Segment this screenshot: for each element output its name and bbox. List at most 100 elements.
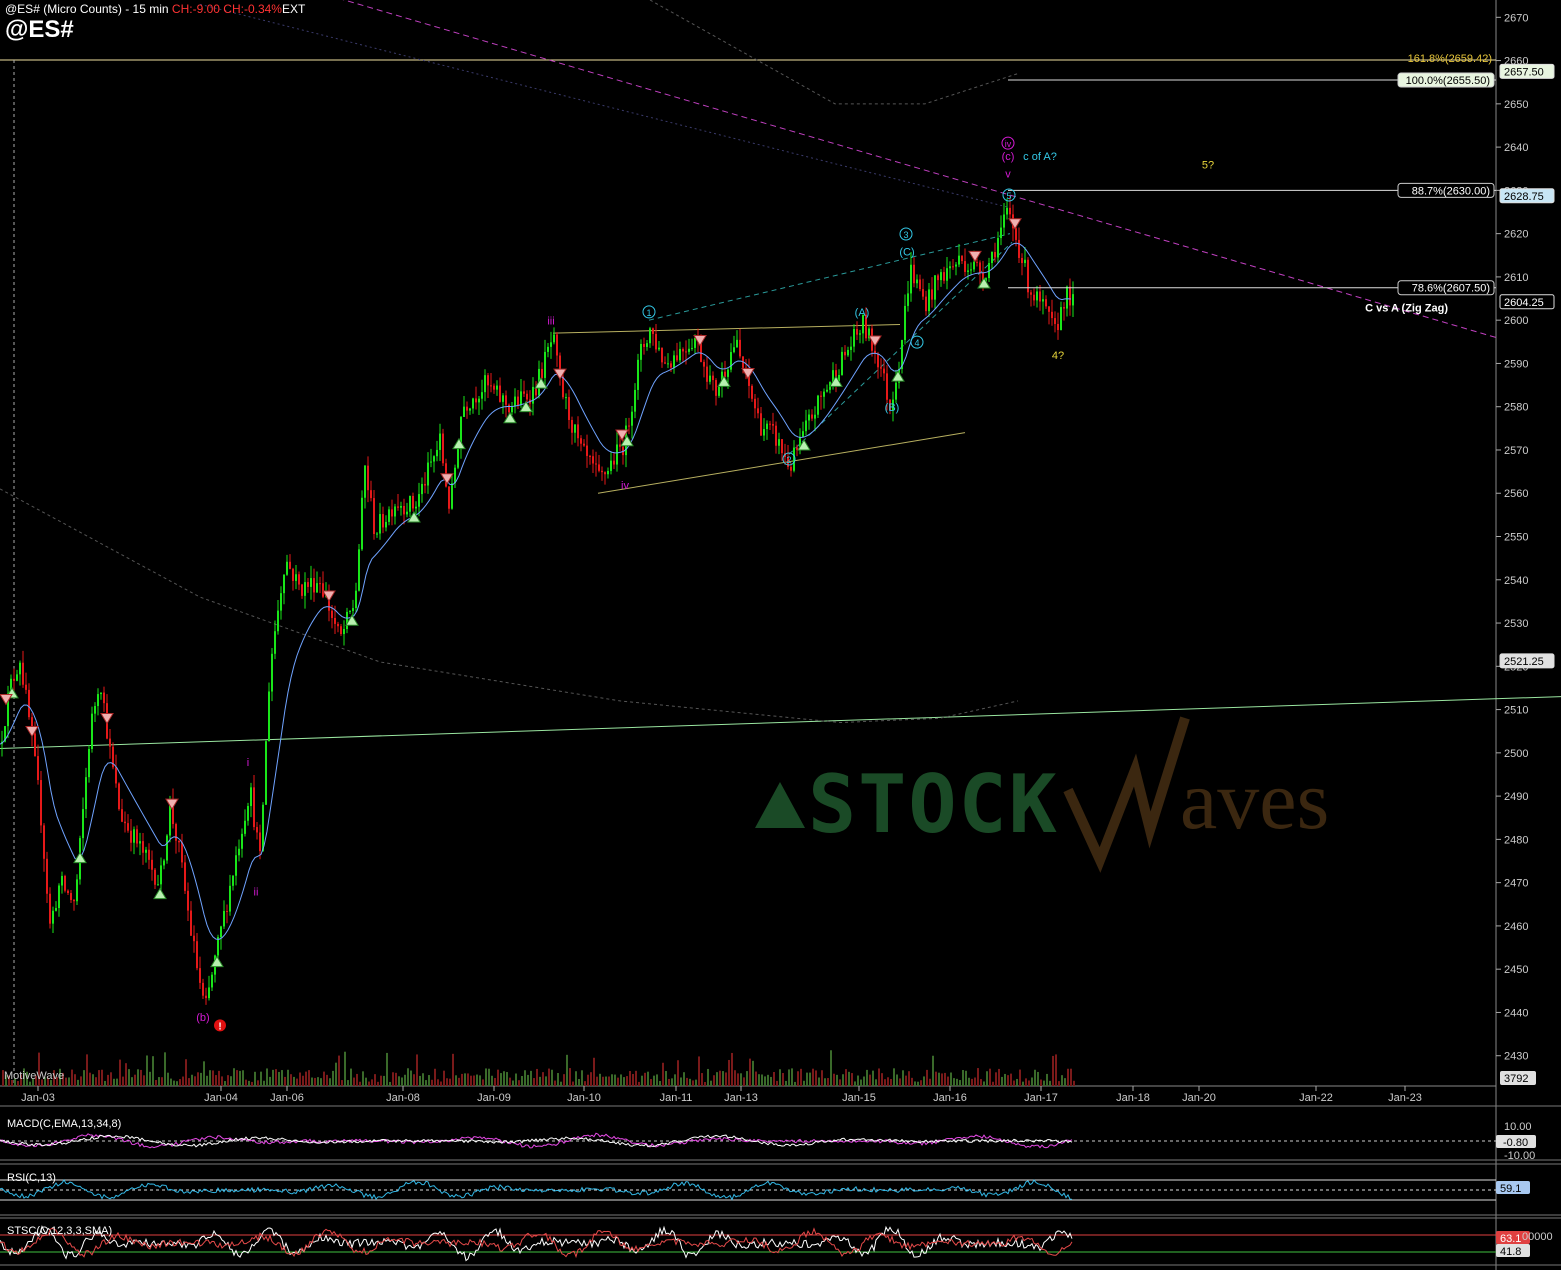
candle-body [679, 348, 681, 361]
candle-body [1060, 307, 1062, 331]
candle-body [400, 505, 402, 508]
volume-badge-label: 3792 [1504, 1073, 1528, 1085]
volume-bar [722, 1071, 724, 1086]
volume-bar [605, 1076, 607, 1086]
candle-body [610, 460, 612, 471]
volume-bar [29, 1081, 31, 1086]
candle-body [772, 423, 774, 426]
stsc-badge-label: 63.1 [1500, 1233, 1521, 1245]
candle-body [1045, 299, 1047, 307]
volume-bar [896, 1074, 898, 1086]
volume-bar [308, 1070, 310, 1086]
volume-bar [188, 1078, 190, 1086]
volume-bar [395, 1072, 397, 1086]
price-chart[interactable]: ! 161.8%(2659.42) 100.0%(2655.50) 88.7%(26… [0, 0, 1561, 1270]
volume-bar [233, 1068, 235, 1086]
candle-body [358, 549, 360, 591]
volume-bar [1061, 1075, 1063, 1086]
candle-body [316, 583, 318, 593]
volume-bar [668, 1078, 670, 1086]
candle-body [565, 397, 567, 399]
volume-bar [374, 1074, 376, 1086]
candle-body [346, 611, 348, 630]
volume-bar [995, 1072, 997, 1086]
candle-body [88, 748, 90, 778]
volume-bar [1037, 1071, 1039, 1086]
candle-body [658, 347, 660, 350]
candle-body [415, 506, 417, 509]
price-badge-label: 2521.25 [1504, 656, 1544, 668]
candle-body [511, 406, 513, 413]
candle-body [256, 827, 258, 833]
candle-body [241, 833, 243, 849]
volume-bar [845, 1069, 847, 1086]
candle-body [208, 987, 210, 999]
candle-body [523, 391, 525, 394]
candle-body [247, 806, 249, 821]
volume-bar [905, 1075, 907, 1086]
candle-body [913, 264, 915, 284]
volume-bar [425, 1080, 427, 1086]
volume-bar [1052, 1055, 1054, 1086]
time-tick-label: Jan-04 [204, 1092, 238, 1104]
candle-body [850, 346, 852, 350]
volume-bar [368, 1081, 370, 1086]
candle-body [475, 398, 477, 403]
volume-bar [1019, 1069, 1021, 1086]
candle-body [652, 328, 654, 334]
volume-bar [302, 1075, 304, 1086]
candle-body [817, 395, 819, 415]
volume-bar [962, 1070, 964, 1086]
volume-bar [977, 1068, 979, 1086]
candle-body [955, 264, 957, 267]
candle-body [490, 385, 492, 387]
candle-body [94, 706, 96, 714]
candle-body [823, 391, 825, 397]
price-tick-label: 2640 [1504, 142, 1528, 154]
volume-bar [875, 1079, 877, 1086]
volume-bar [956, 1078, 958, 1086]
change-percent: CH:-0.34% [223, 2, 282, 16]
volume-bar [638, 1081, 640, 1086]
candle-body [922, 289, 924, 297]
candle-body [268, 691, 270, 742]
candle-body [1036, 291, 1038, 301]
volume-bar [548, 1068, 550, 1086]
candle-body [412, 495, 414, 509]
volume-bar [677, 1060, 679, 1086]
candle-body [331, 610, 333, 618]
stsc-title: STSC(C,12,3,3,SMA) [7, 1225, 112, 1237]
time-tick-label: Jan-06 [270, 1092, 304, 1104]
candle-body [262, 804, 264, 852]
candle-body [547, 346, 549, 352]
candle-body [634, 389, 636, 412]
volume-bar [500, 1073, 502, 1086]
candle-body [526, 393, 528, 400]
candle-body [478, 398, 480, 403]
macd-badge-label: -0.80 [1503, 1137, 1528, 1149]
volume-bar [164, 1052, 166, 1086]
candle-body [118, 783, 120, 810]
volume-bar [464, 1073, 466, 1086]
volume-bar [173, 1080, 175, 1086]
candle-body [154, 869, 156, 885]
volume-bar [854, 1081, 856, 1086]
price-tick-label: 2500 [1504, 748, 1528, 760]
volume-bar [998, 1068, 1000, 1086]
volume-bar [650, 1079, 652, 1086]
candle-body [514, 396, 516, 407]
candle-body [991, 252, 993, 264]
chart-title: @ES# (Micro Counts) - 15 min CH:-9.00 CH… [5, 2, 305, 16]
candle-body [706, 366, 708, 382]
volume-bar [350, 1068, 352, 1086]
candle-body [1042, 299, 1044, 302]
candle-body [502, 395, 504, 402]
candle-body [730, 352, 732, 370]
volume-bar [857, 1075, 859, 1086]
candle-body [13, 678, 15, 681]
volume-bar [203, 1061, 205, 1086]
volume-bar [689, 1078, 691, 1086]
volume-bar [476, 1074, 478, 1086]
volume-bar [599, 1073, 601, 1086]
volume-bar [755, 1071, 757, 1086]
